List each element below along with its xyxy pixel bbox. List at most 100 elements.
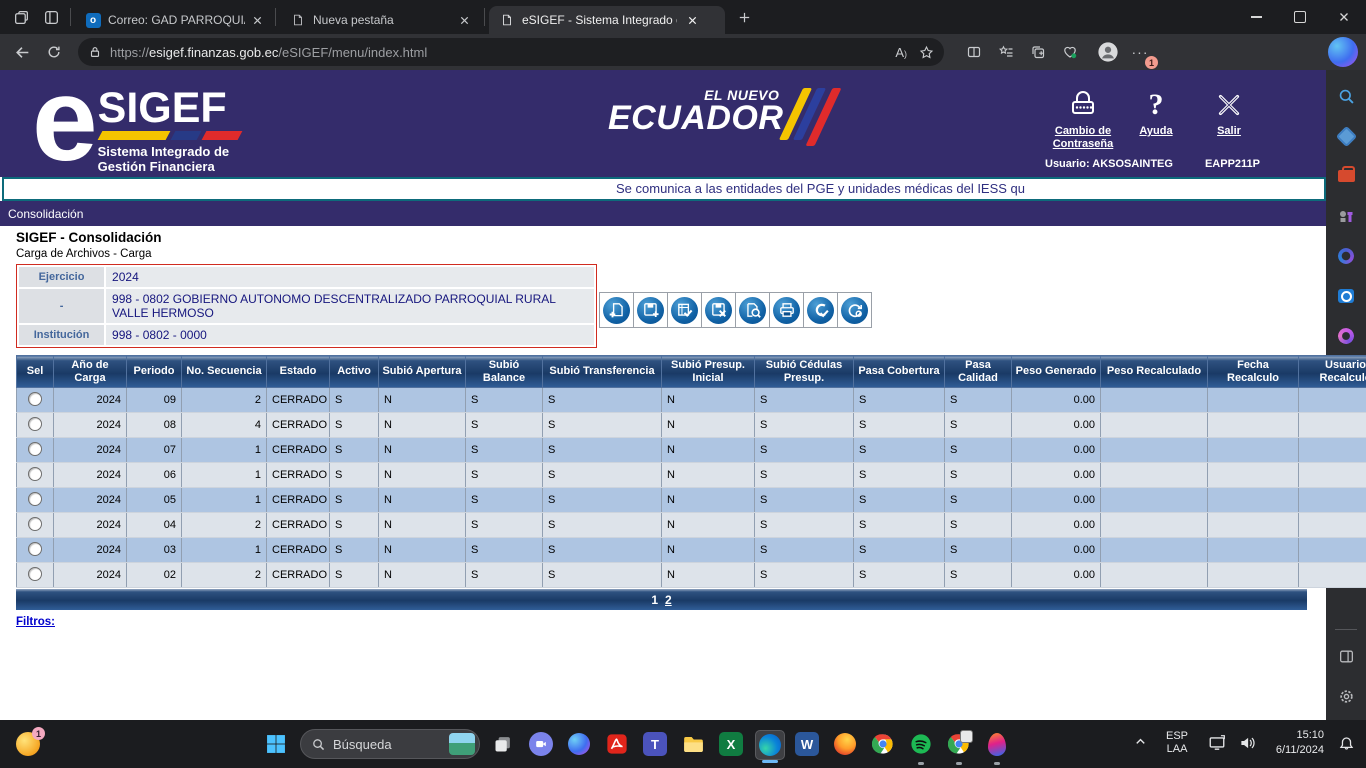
favorite-star-icon[interactable] — [919, 45, 934, 60]
start-button[interactable] — [262, 730, 290, 758]
tab-close-icon[interactable] — [684, 12, 700, 28]
row-select-radio[interactable] — [28, 492, 42, 506]
row-select-radio[interactable] — [28, 467, 42, 481]
table-row: 2024084CERRADOSNSSNSSS0.00 — [17, 413, 1366, 438]
sidebar-search-icon[interactable] — [1332, 82, 1360, 110]
row-select-radio[interactable] — [28, 417, 42, 431]
announcement-marquee: Se comunica a las entidades del PGE y un… — [2, 177, 1326, 201]
filters-link[interactable]: Filtros: — [16, 616, 55, 628]
tab-esigef-active[interactable]: eSIGEF - Sistema Integrado de G — [489, 6, 725, 34]
row-select-radio[interactable] — [28, 442, 42, 456]
chat-icon[interactable] — [527, 730, 555, 758]
table-cell — [1299, 488, 1366, 513]
help-action[interactable]: ? Ayuda — [1116, 88, 1196, 138]
column-header: No. Secuencia — [182, 356, 267, 388]
tab-close-icon[interactable] — [456, 12, 472, 28]
page-link-2[interactable]: 2 — [665, 593, 672, 607]
sidebar-games-icon[interactable] — [1332, 202, 1360, 230]
row-select-radio[interactable] — [28, 392, 42, 406]
read-aloud-icon[interactable]: A) — [895, 45, 907, 60]
cast-display-icon[interactable] — [1208, 734, 1226, 752]
grid-body: 2024092CERRADOSNSSNSSS0.002024084CERRADO… — [17, 388, 1366, 588]
new-tab-button[interactable] — [729, 4, 759, 30]
weather-widget-icon[interactable]: 1 — [14, 730, 42, 758]
flame-app-icon[interactable] — [983, 730, 1011, 758]
table-cell: N — [662, 513, 755, 538]
sidebar-panel-icon[interactable] — [1332, 642, 1360, 670]
language-indicator[interactable]: ESPLAA — [1166, 730, 1188, 756]
firefox-icon[interactable] — [831, 730, 859, 758]
notifications-bell-icon[interactable] — [1338, 735, 1355, 752]
copilot-icon[interactable] — [1328, 37, 1358, 67]
sidebar-drop-icon[interactable] — [1332, 322, 1360, 350]
page-favicon — [499, 12, 515, 28]
create-button[interactable] — [599, 292, 634, 328]
sidebar-shopping-icon[interactable] — [1332, 122, 1360, 150]
exit-action[interactable]: Salir — [1189, 88, 1269, 138]
edge-icon[interactable] — [755, 730, 785, 760]
row-select-cell — [17, 488, 54, 513]
sidebar-tools-icon[interactable] — [1332, 162, 1360, 190]
teams-icon[interactable]: T — [641, 730, 669, 758]
row-select-radio[interactable] — [28, 567, 42, 581]
table-cell: S — [755, 438, 854, 463]
recalculate-button[interactable] — [837, 292, 872, 328]
browser-essentials-icon[interactable] — [1054, 37, 1086, 67]
settings-more-icon[interactable]: ··· 1 — [1124, 37, 1156, 67]
volume-icon[interactable] — [1238, 734, 1256, 752]
table-cell: S — [755, 563, 854, 588]
excel-icon[interactable]: X — [717, 730, 745, 758]
page-current: 1 — [651, 593, 658, 607]
tab-actions-icon[interactable] — [36, 4, 66, 30]
maximize-button[interactable] — [1278, 0, 1322, 34]
validate-button[interactable] — [667, 292, 702, 328]
address-bar[interactable]: https://esigef.finanzas.gob.ec/eSIGEF/me… — [78, 38, 944, 66]
approve-button[interactable] — [803, 292, 838, 328]
sidebar-settings-icon[interactable] — [1332, 682, 1360, 710]
acrobat-icon[interactable] — [603, 730, 631, 758]
sidebar-outlook-icon[interactable] — [1332, 282, 1360, 310]
delete-button[interactable] — [701, 292, 736, 328]
taskbar-search[interactable]: Búsqueda — [300, 729, 480, 759]
table-cell: 2024 — [54, 438, 127, 463]
sidebar-microsoft365-icon[interactable] — [1332, 242, 1360, 270]
profile-avatar[interactable] — [1092, 37, 1124, 67]
tab-separator — [275, 8, 276, 26]
chrome-icon[interactable] — [869, 730, 897, 758]
row-select-radio[interactable] — [28, 542, 42, 556]
row-select-radio[interactable] — [28, 517, 42, 531]
tab-nueva-pestana[interactable]: Nueva pestaña — [280, 6, 480, 34]
table-cell: S — [755, 413, 854, 438]
tab-correo[interactable]: o Correo: GAD PARROQUIAL VALLE — [75, 6, 271, 34]
file-explorer-icon[interactable] — [679, 730, 707, 758]
split-screen-icon[interactable] — [958, 37, 990, 67]
table-cell — [1101, 463, 1208, 488]
refresh-icon[interactable] — [38, 37, 70, 67]
minimize-button[interactable] — [1234, 0, 1278, 34]
clock[interactable]: 15:10 6/11/2024 — [1276, 728, 1324, 758]
spotify-icon[interactable] — [907, 730, 935, 758]
tab-close-icon[interactable] — [252, 12, 264, 28]
detail-button[interactable] — [735, 292, 770, 328]
favorites-icon[interactable] — [990, 37, 1022, 67]
change-password-action[interactable]: Cambio de Contraseña — [1043, 88, 1123, 151]
table-cell: 06 — [127, 463, 182, 488]
tray-chevron-up-icon[interactable] — [1133, 734, 1148, 749]
url-path: /eSIGEF/menu/index.html — [278, 45, 427, 60]
word-icon[interactable]: W — [793, 730, 821, 758]
collections-icon[interactable] — [1022, 37, 1054, 67]
table-cell: S — [755, 488, 854, 513]
row-select-cell — [17, 513, 54, 538]
task-view-icon[interactable] — [489, 730, 517, 758]
close-window-button[interactable] — [1322, 0, 1366, 34]
chrome-profile-icon[interactable] — [945, 730, 973, 758]
ejercicio-label: Ejercicio — [18, 266, 105, 288]
print-button[interactable] — [769, 292, 804, 328]
table-cell: N — [379, 513, 466, 538]
back-icon[interactable] — [6, 37, 38, 67]
copilot-taskbar-icon[interactable] — [565, 730, 593, 758]
save-button[interactable] — [633, 292, 668, 328]
workspaces-icon[interactable] — [6, 4, 36, 30]
menu-item-consolidacion[interactable]: Consolidación — [8, 207, 83, 221]
table-cell — [1299, 538, 1366, 563]
